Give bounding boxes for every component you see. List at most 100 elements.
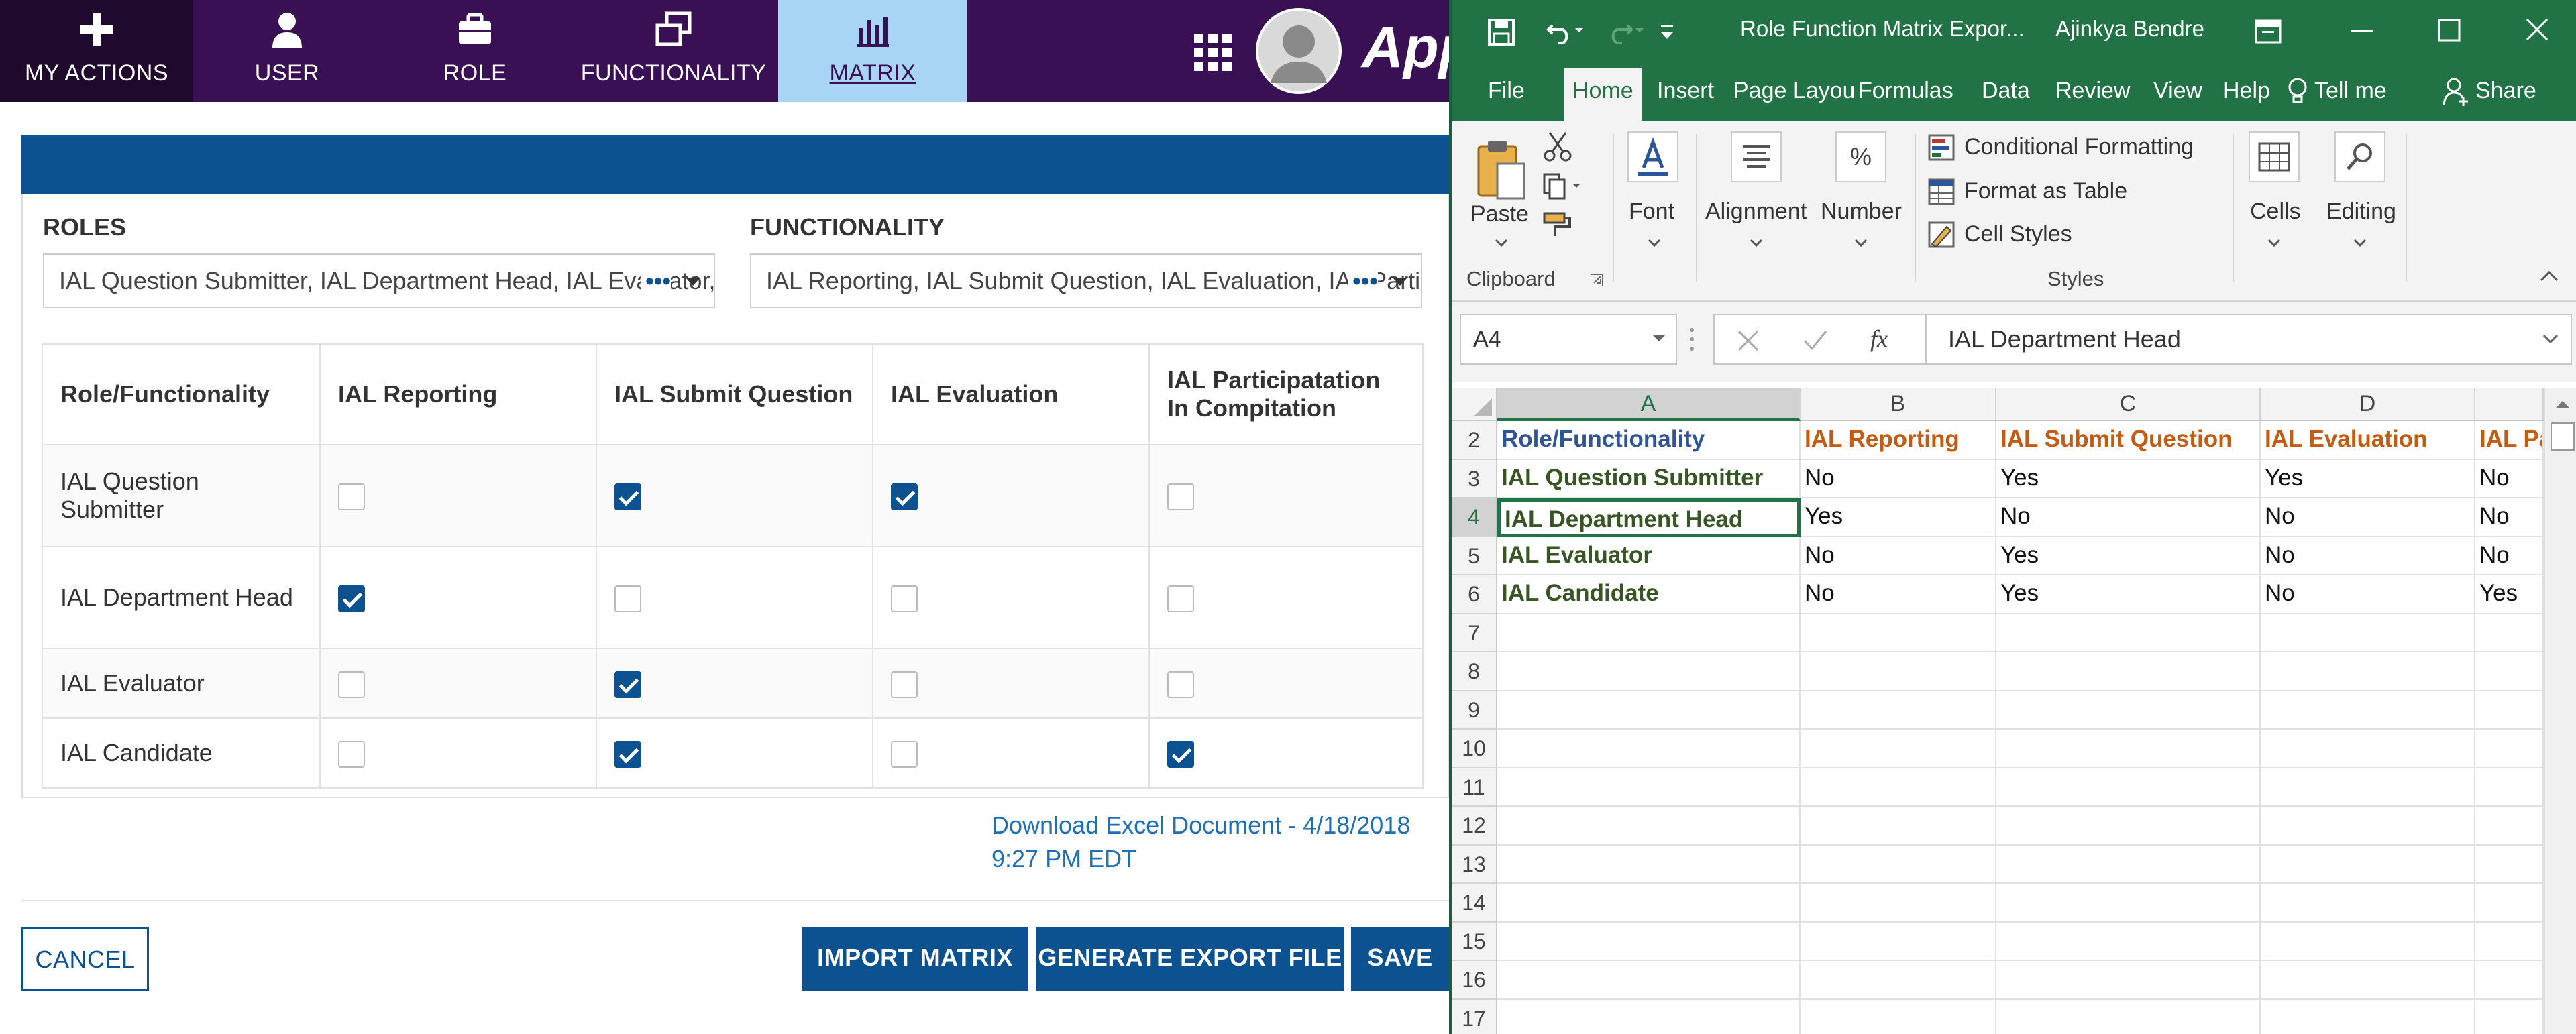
dialog-launcher-icon[interactable] xyxy=(1589,272,1605,288)
nav-my-actions[interactable]: MY ACTIONS xyxy=(0,0,193,102)
sheet-cell[interactable] xyxy=(1996,614,2261,652)
sheet-cell[interactable] xyxy=(2475,807,2544,846)
sheet-cell[interactable] xyxy=(1996,845,2261,884)
row-header[interactable]: 8 xyxy=(1452,652,1497,691)
roles-select[interactable]: IAL Question Submitter, IAL Department H… xyxy=(43,253,715,308)
sheet-cell[interactable]: Yes xyxy=(1801,498,1996,537)
sheet-cell[interactable]: No xyxy=(1801,459,1996,498)
tab-view[interactable]: View xyxy=(2153,78,2202,104)
column-header[interactable]: A xyxy=(1497,388,1801,421)
cells-group-button[interactable] xyxy=(2249,131,2300,182)
sheet-cell[interactable] xyxy=(2475,922,2544,961)
row-header[interactable]: 17 xyxy=(1452,999,1497,1034)
close-icon[interactable] xyxy=(2525,17,2549,42)
sheet-cell[interactable]: IAL Par xyxy=(2475,421,2544,460)
sheet-cell[interactable] xyxy=(1497,961,1801,1000)
chevron-down-icon[interactable] xyxy=(1652,334,1666,343)
paste-icon[interactable] xyxy=(1474,137,1527,201)
scrollbar-thumb[interactable] xyxy=(2551,422,2575,451)
sheet-cell[interactable] xyxy=(2261,691,2475,730)
row-header[interactable]: 7 xyxy=(1452,614,1497,652)
sheet-cell[interactable] xyxy=(1497,884,1801,923)
sheet-cell[interactable] xyxy=(1996,999,2261,1034)
row-header[interactable]: 6 xyxy=(1452,575,1497,614)
matrix-checkbox[interactable] xyxy=(891,671,918,698)
tab-formulas[interactable]: Formulas xyxy=(1858,78,1953,104)
matrix-checkbox[interactable] xyxy=(891,740,918,768)
sheet-cell[interactable] xyxy=(2475,999,2544,1034)
column-header[interactable]: D xyxy=(2261,388,2475,421)
chevron-down-icon[interactable] xyxy=(1495,239,1508,247)
sheet-cell[interactable]: No xyxy=(1801,536,1996,575)
column-header[interactable]: C xyxy=(1996,388,2261,421)
tab-page-layout[interactable]: Page Layou xyxy=(1733,78,1856,104)
conditional-formatting-button[interactable]: Conditional Formatting xyxy=(1964,134,2194,160)
sheet-cell[interactable]: IAL Candidate xyxy=(1497,575,1801,614)
undo-icon[interactable] xyxy=(1546,16,1586,46)
sheet-cell[interactable]: IAL Department Head xyxy=(1497,498,1801,537)
cell-styles-button[interactable]: Cell Styles xyxy=(1964,221,2072,247)
row-header[interactable]: 13 xyxy=(1452,845,1497,884)
sheet-cell[interactable]: Yes xyxy=(2475,575,2544,614)
matrix-checkbox[interactable] xyxy=(891,483,918,510)
sheet-cell[interactable] xyxy=(1996,884,2261,923)
matrix-checkbox[interactable] xyxy=(338,671,365,698)
sheet-cell[interactable] xyxy=(2475,652,2544,691)
matrix-checkbox[interactable] xyxy=(1167,483,1194,510)
worksheet-grid[interactable]: A B C D 2 Role/Functionality IAL Reporting IAL … xyxy=(1452,382,2576,1034)
sheet-cell[interactable] xyxy=(1497,652,1801,691)
matrix-checkbox[interactable] xyxy=(1167,671,1194,698)
sheet-cell[interactable]: No xyxy=(2261,498,2475,537)
row-header[interactable]: 15 xyxy=(1452,922,1497,961)
sheet-cell[interactable] xyxy=(1801,614,1996,652)
matrix-checkbox[interactable] xyxy=(614,585,641,612)
sheet-cell[interactable]: Yes xyxy=(1996,536,2261,575)
sheet-cell[interactable] xyxy=(2261,961,2475,1000)
nav-matrix[interactable]: MATRIX xyxy=(778,0,967,102)
sheet-cell[interactable] xyxy=(2475,961,2544,1000)
chevron-down-icon[interactable] xyxy=(2267,239,2281,247)
matrix-checkbox[interactable] xyxy=(891,585,918,612)
minimize-icon[interactable] xyxy=(2351,30,2373,34)
sheet-cell[interactable]: No xyxy=(2261,575,2475,614)
sheet-cell[interactable] xyxy=(1801,961,1996,1000)
nav-role[interactable]: ROLE xyxy=(381,0,569,102)
tab-help[interactable]: Help xyxy=(2223,78,2270,104)
sheet-cell[interactable] xyxy=(1996,768,2261,807)
sheet-cell[interactable] xyxy=(2261,730,2475,768)
chevron-down-icon[interactable] xyxy=(2353,239,2367,247)
row-header[interactable]: 4 xyxy=(1452,498,1497,537)
row-header[interactable]: 16 xyxy=(1452,961,1497,1000)
sheet-cell[interactable]: No xyxy=(2475,536,2544,575)
chevron-down-icon[interactable] xyxy=(1750,239,1763,247)
sheet-cell[interactable]: IAL Evaluation xyxy=(2261,421,2475,460)
sheet-cell[interactable] xyxy=(1497,922,1801,961)
sheet-cell[interactable] xyxy=(1996,730,2261,768)
sheet-cell[interactable] xyxy=(1801,884,1996,923)
sheet-cell[interactable]: No xyxy=(1801,575,1996,614)
sheet-cell[interactable] xyxy=(1497,614,1801,652)
tab-data[interactable]: Data xyxy=(1982,78,2030,104)
customize-toolbar-icon[interactable] xyxy=(1657,20,1677,44)
matrix-checkbox[interactable] xyxy=(1167,740,1194,768)
sheet-cell[interactable] xyxy=(1497,691,1801,730)
tab-file[interactable]: File xyxy=(1488,78,1525,104)
editing-group-button[interactable] xyxy=(2334,131,2385,182)
row-header[interactable]: 11 xyxy=(1452,768,1497,807)
cancel-entry-icon[interactable] xyxy=(1736,329,1760,353)
share-button[interactable]: Share xyxy=(2475,78,2536,104)
matrix-checkbox[interactable] xyxy=(1167,585,1194,612)
expand-formula-bar-icon[interactable] xyxy=(2542,334,2559,343)
sheet-cell[interactable] xyxy=(1497,807,1801,846)
scroll-up-icon[interactable] xyxy=(2555,398,2571,409)
row-header[interactable]: 10 xyxy=(1452,730,1497,768)
nav-functionality[interactable]: FUNCTIONALITY xyxy=(569,0,778,102)
vertical-scrollbar[interactable] xyxy=(2544,388,2576,1034)
sheet-cell[interactable]: No xyxy=(2475,459,2544,498)
sheet-cell[interactable] xyxy=(2261,807,2475,846)
sheet-cell[interactable] xyxy=(1497,999,1801,1034)
sheet-cell[interactable]: IAL Reporting xyxy=(1801,421,1996,460)
cancel-button[interactable]: CANCEL xyxy=(21,927,149,991)
matrix-checkbox[interactable] xyxy=(614,671,641,698)
sheet-cell[interactable] xyxy=(1497,845,1801,884)
